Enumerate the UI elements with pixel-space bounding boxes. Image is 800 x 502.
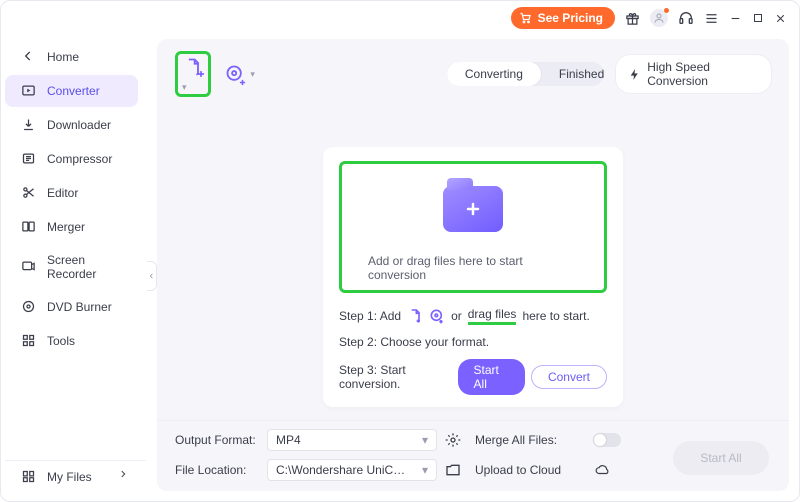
step-2: Step 2: Choose your format. <box>339 335 607 349</box>
step-3: Step 3: Start conversion. Start All Conv… <box>339 359 607 395</box>
start-all-button[interactable]: Start All <box>458 359 525 395</box>
menu-icon[interactable] <box>704 11 719 26</box>
toolbar: ▾ ▾ Converting Finished High Speed Conve… <box>157 39 789 105</box>
step-text: or <box>451 309 462 323</box>
merge-all-files-toggle[interactable] <box>593 433 621 447</box>
account-avatar[interactable] <box>650 9 668 27</box>
see-pricing-button[interactable]: See Pricing <box>511 7 615 29</box>
sidebar-item-my-files[interactable]: My Files <box>5 461 138 493</box>
sidebar-item-editor[interactable]: Editor <box>5 177 138 209</box>
sidebar-item-dvd-burner[interactable]: DVD Burner <box>5 291 138 323</box>
chevron-down-icon: ▾ <box>422 433 428 447</box>
gear-icon[interactable] <box>445 432 467 448</box>
compressor-icon <box>21 151 37 167</box>
drop-zone[interactable]: Add or drag files here to start conversi… <box>323 147 623 407</box>
step-1: Step 1: Add or drag files here to start. <box>339 307 607 325</box>
gift-icon[interactable] <box>625 11 640 26</box>
tab-finished[interactable]: Finished <box>541 62 604 86</box>
start-all-main-button[interactable]: Start All <box>673 441 769 475</box>
sidebar-item-label: Compressor <box>47 152 112 166</box>
sidebar-item-label: My Files <box>47 470 92 484</box>
output-format-label: Output Format: <box>175 433 259 447</box>
step-text: Step 1: Add <box>339 309 401 323</box>
maximize-icon[interactable] <box>752 12 764 24</box>
chevron-left-icon <box>21 49 37 65</box>
screen-recorder-icon <box>21 259 37 275</box>
converter-icon <box>21 83 37 99</box>
merge-all-files-label: Merge All Files: <box>475 433 585 447</box>
see-pricing-label: See Pricing <box>538 11 603 25</box>
upload-to-cloud-label: Upload to Cloud <box>475 463 585 477</box>
drop-zone-label: Add or drag files here to start conversi… <box>368 254 578 282</box>
tab-label: Finished <box>559 67 604 81</box>
add-file-button[interactable] <box>180 55 206 79</box>
close-icon[interactable] <box>774 12 787 25</box>
notification-dot-icon <box>664 8 669 13</box>
download-icon <box>21 117 37 133</box>
add-file-icon <box>407 308 423 324</box>
sidebar-item-label: Tools <box>47 334 75 348</box>
sidebar-item-screen-recorder[interactable]: Screen Recorder <box>5 245 138 289</box>
add-disc-icon <box>429 308 445 324</box>
highlight-drop-zone: Add or drag files here to start conversi… <box>339 161 607 293</box>
sidebar-item-label: Editor <box>47 186 78 200</box>
convert-button[interactable]: Convert <box>531 365 607 389</box>
step-text: here to start. <box>522 309 589 323</box>
folder-open-icon[interactable] <box>445 462 467 478</box>
select-value: C:\Wondershare UniConverter 1 <box>276 463 406 477</box>
files-icon <box>21 469 37 485</box>
sidebar-item-label: Home <box>47 50 79 64</box>
sidebar-item-downloader[interactable]: Downloader <box>5 109 138 141</box>
sidebar-item-merger[interactable]: Merger <box>5 211 138 243</box>
sidebar-item-label: Converter <box>47 84 100 98</box>
select-value: MP4 <box>276 433 301 447</box>
cart-icon <box>519 12 532 24</box>
sidebar-item-label: Screen Recorder <box>47 253 128 281</box>
minimize-icon[interactable] <box>729 12 742 25</box>
step-text: Step 3: Start conversion. <box>339 363 452 391</box>
chevron-down-icon[interactable]: ▾ <box>182 82 187 92</box>
content-area: Add or drag files here to start conversi… <box>157 105 789 420</box>
tab-label: Converting <box>465 67 523 81</box>
disc-icon <box>21 299 37 315</box>
sidebar-item-label: Merger <box>47 220 85 234</box>
button-label: Start All <box>700 451 741 465</box>
sidebar-item-label: Downloader <box>47 118 111 132</box>
sidebar-item-home[interactable]: Home <box>5 41 138 73</box>
sidebar-item-converter[interactable]: Converter <box>5 75 138 107</box>
chevron-down-icon[interactable]: ▾ <box>250 69 255 80</box>
cloud-icon[interactable] <box>593 463 653 477</box>
file-location-label: File Location: <box>175 463 259 477</box>
chevron-down-icon: ▾ <box>422 463 428 477</box>
highlight-add-file: ▾ <box>175 51 211 97</box>
add-dvd-button[interactable] <box>223 62 246 86</box>
sidebar-item-label: DVD Burner <box>47 300 112 314</box>
lightning-icon <box>628 68 641 81</box>
sidebar-item-tools[interactable]: Tools <box>5 325 138 357</box>
file-location-select[interactable]: C:\Wondershare UniConverter 1 ▾ <box>267 459 437 481</box>
folder-plus-icon <box>443 186 503 232</box>
headset-icon[interactable] <box>678 10 694 26</box>
scissors-icon <box>21 185 37 201</box>
sidebar-item-compressor[interactable]: Compressor <box>5 143 138 175</box>
chevron-right-icon <box>118 469 128 485</box>
step-text-underlined: drag files <box>468 307 517 325</box>
high-speed-label: High Speed Conversion <box>647 60 759 88</box>
merger-icon <box>21 219 37 235</box>
tab-converting[interactable]: Converting <box>447 62 541 86</box>
steps-list: Step 1: Add or drag files here to start.… <box>339 307 607 395</box>
high-speed-chip[interactable]: High Speed Conversion <box>616 55 771 93</box>
titlebar: See Pricing <box>1 1 799 35</box>
sidebar: Home Converter Downloader Compressor Edi… <box>1 35 147 501</box>
sidebar-collapse-handle[interactable] <box>147 261 157 291</box>
status-tabs: Converting Finished <box>447 62 604 86</box>
output-format-select[interactable]: MP4 ▾ <box>267 429 437 451</box>
main-panel: ▾ ▾ Converting Finished High Speed Conve… <box>157 39 789 491</box>
grid-icon <box>21 333 37 349</box>
